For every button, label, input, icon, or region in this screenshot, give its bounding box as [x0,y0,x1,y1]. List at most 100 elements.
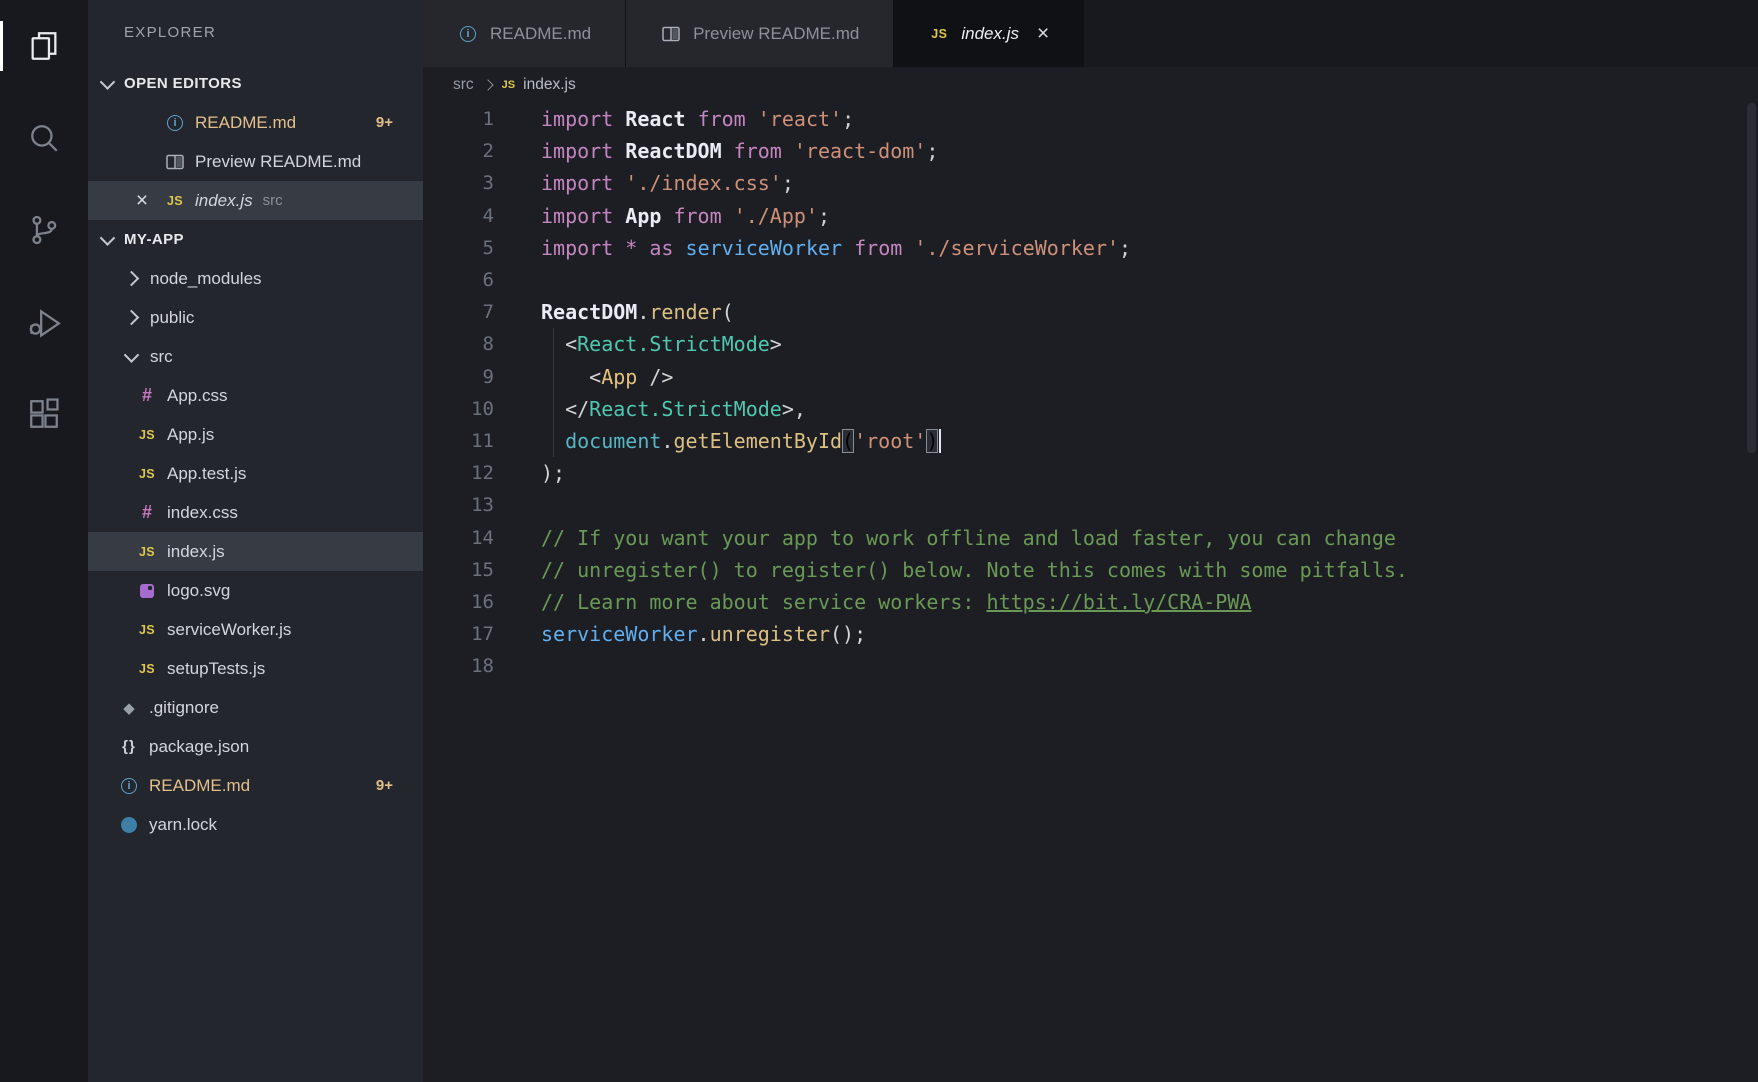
js-icon: JS [136,541,158,563]
tab-bar: iREADME.mdPreview README.mdJSindex.js× [423,0,1758,67]
code-line[interactable]: 4import App from './App'; [423,200,1758,232]
code-line[interactable]: 14// If you want your app to work offlin… [423,521,1758,553]
open-editor-item[interactable]: ×JSindex.jssrc [88,181,423,220]
code-line[interactable]: 16// Learn more about service workers: h… [423,586,1758,618]
code-token: ) [926,429,938,453]
tree-file-logo-svg[interactable]: logo.svg [88,571,423,610]
code-line[interactable]: 5import * as serviceWorker from './servi… [423,232,1758,264]
tab-index-js[interactable]: JSindex.js× [894,0,1084,67]
code-line-text[interactable]: import React from 'react'; [494,107,854,131]
close-icon[interactable]: × [128,190,156,211]
git-icon: ◆ [118,697,140,719]
tree-file-app-test-js[interactable]: JSApp.test.js [88,454,423,493]
code-line[interactable]: 13 [423,489,1758,521]
tree-file-index-js[interactable]: JS index.js [88,532,423,571]
sidebar-title: EXPLORER [88,0,423,64]
code-token: as [649,236,673,260]
code-token: unregister [710,622,830,646]
tree-file-app-css[interactable]: #App.css [88,376,423,415]
tab-readme-md[interactable]: iREADME.md [423,0,626,67]
file-label: index.js [167,542,225,562]
code-line-text[interactable]: ReactDOM.render( [494,300,734,324]
tree-file-package-json[interactable]: {}package.json [88,727,423,766]
tree-folder-src[interactable]: src [88,337,423,376]
code-token: serviceWorker [686,236,843,260]
scrollbar-thumb[interactable] [1747,103,1756,453]
code-line[interactable]: 17serviceWorker.unregister(); [423,618,1758,650]
code-line-text[interactable]: document.getElementById('root') [494,429,941,453]
code-editor[interactable]: 1import React from 'react';2import React… [423,103,1758,1082]
line-number: 14 [423,527,494,549]
code-line[interactable]: 15// unregister() to register() below. N… [423,554,1758,586]
code-line-text[interactable]: import ReactDOM from 'react-dom'; [494,139,938,163]
js-icon: JS [502,79,515,91]
tab-preview-readme-md[interactable]: Preview README.md [626,0,894,67]
code-line[interactable]: 1import React from 'react'; [423,103,1758,135]
code-token: . [698,622,710,646]
extensions-icon[interactable] [0,368,88,460]
code-line-text[interactable]: import * as serviceWorker from './servic… [494,236,1131,260]
tree-file-setuptests-js[interactable]: JSsetupTests.js [88,649,423,688]
code-token [613,107,625,131]
code-line-text[interactable]: </React.StrictMode>, [494,397,806,421]
comment-link[interactable]: https://bit.ly/CRA-PWA [987,590,1252,614]
explorer-icon[interactable] [0,0,88,92]
code-token: >, [782,397,806,421]
code-line[interactable]: 6 [423,264,1758,296]
open-editor-item[interactable]: iREADME.md9+ [88,103,423,142]
code-token: ReactDOM [625,139,721,163]
code-line[interactable]: 2import ReactDOM from 'react-dom'; [423,135,1758,167]
code-line-text[interactable]: // Learn more about service workers: htt… [494,590,1251,614]
line-number: 10 [423,398,494,420]
code-line[interactable]: 11 document.getElementById('root') [423,425,1758,457]
code-line[interactable]: 7ReactDOM.render( [423,296,1758,328]
file-label: logo.svg [167,581,230,601]
breadcrumb: src JS index.js [423,67,1758,103]
code-token: ; [818,204,830,228]
code-line[interactable]: 10 </React.StrictMode>, [423,393,1758,425]
code-line-text[interactable]: <App /> [494,365,673,389]
code-line-text[interactable]: // If you want your app to work offline … [494,526,1396,550]
code-token: /> [637,365,673,389]
tree-file--gitignore[interactable]: ◆.gitignore [88,688,423,727]
tab-close-icon[interactable]: × [1037,23,1049,44]
info-icon: i [457,23,479,45]
code-token: render [649,300,721,324]
code-line[interactable]: 12); [423,457,1758,489]
code-token: // unregister() to register() below. Not… [541,558,1408,582]
code-line-text[interactable]: import App from './App'; [494,204,830,228]
code-token [722,139,734,163]
code-token: from [854,236,902,260]
code-line[interactable]: 3import './index.css'; [423,167,1758,199]
breadcrumb-file[interactable]: index.js [523,76,576,94]
tree-file-index-css[interactable]: #index.css [88,493,423,532]
breadcrumb-folder[interactable]: src [453,76,474,94]
search-icon[interactable] [0,92,88,184]
tree-file-yarn-lock[interactable]: yarn.lock [88,805,423,844]
line-number: 3 [423,172,494,194]
tree-file-app-js[interactable]: JSApp.js [88,415,423,454]
tree-file-readme-md[interactable]: iREADME.md9+ [88,766,423,805]
code-line-text[interactable]: // unregister() to register() below. Not… [494,558,1408,582]
line-number: 9 [423,366,494,388]
run-debug-icon[interactable] [0,276,88,368]
code-line-text[interactable]: <React.StrictMode> [494,332,782,356]
tree-folder-public[interactable]: public [88,298,423,337]
open-editor-item[interactable]: Preview README.md [88,142,423,181]
open-editors-header[interactable]: OPEN EDITORS [88,64,423,103]
source-control-icon[interactable] [0,184,88,276]
code-line[interactable]: 8 <React.StrictMode> [423,328,1758,360]
code-token: from [673,204,721,228]
tree-file-serviceworker-js[interactable]: JSserviceWorker.js [88,610,423,649]
code-line[interactable]: 18 [423,650,1758,682]
code-token: import [541,204,613,228]
project-header[interactable]: MY-APP [88,220,423,259]
code-line-text[interactable]: import './index.css'; [494,171,794,195]
chevron-right-icon [124,310,140,326]
line-number: 16 [423,591,494,613]
code-line-text[interactable]: ); [494,461,565,485]
tree-folder-node-modules[interactable]: node_modules [88,259,423,298]
file-label: App.css [167,386,227,406]
code-line-text[interactable]: serviceWorker.unregister(); [494,622,866,646]
code-line[interactable]: 9 <App /> [423,361,1758,393]
